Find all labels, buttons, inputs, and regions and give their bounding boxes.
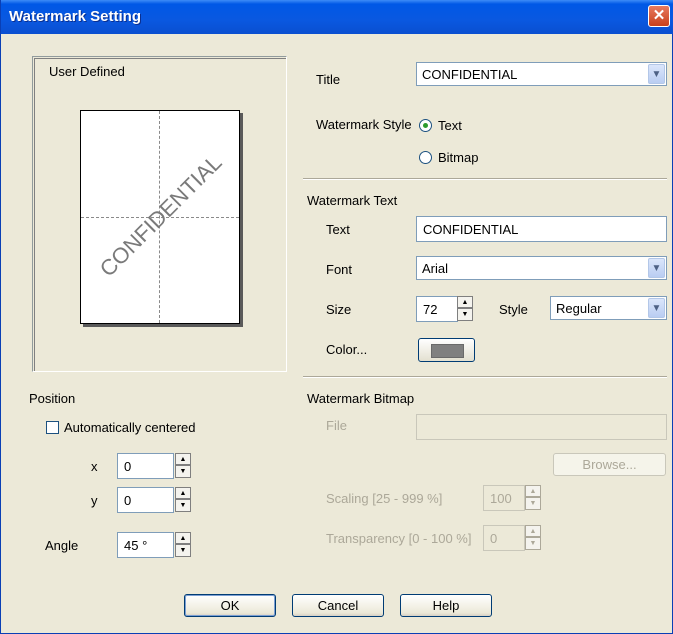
style-dropdown-value: Regular [556,301,602,316]
scaling-input-value: 100 [490,491,512,506]
style-label: Style [499,302,528,317]
x-label: x [91,459,98,474]
position-group-label: Position [29,391,76,406]
angle-input[interactable]: 45 ° [117,532,174,558]
spin-up-icon[interactable]: ▲ [176,454,190,465]
font-label: Font [326,262,353,277]
angle-label: Angle [45,538,79,553]
transparency-input-value: 0 [490,531,498,546]
radio-text[interactable] [419,119,432,132]
spin-up-icon[interactable]: ▲ [526,486,540,497]
radio-bitmap[interactable] [419,151,432,164]
separator-1 [303,178,667,180]
size-input-value: 72 [423,302,438,317]
title-bar[interactable]: Watermark Setting ✕ [1,0,673,34]
angle-spinner[interactable]: ▲ ▼ [175,532,191,557]
spin-down-icon[interactable]: ▼ [526,537,540,548]
style-radio-bitmap[interactable]: Bitmap [419,150,499,167]
watermark-text-group-label: Watermark Text [307,193,398,208]
ok-button[interactable]: OK [184,594,276,617]
x-input[interactable]: 0 [117,453,174,479]
radio-text-label: Text [438,118,462,133]
preview-heading: User Defined [49,64,125,79]
x-input-value: 0 [124,459,132,474]
auto-center-checkbox[interactable] [46,421,59,434]
angle-input-value: 45 ° [124,538,148,553]
spin-up-icon[interactable]: ▲ [458,297,472,308]
spin-up-icon[interactable]: ▲ [526,526,540,537]
x-spinner[interactable]: ▲ ▼ [175,453,191,478]
color-label: Color... [326,342,368,357]
spin-down-icon[interactable]: ▼ [458,308,472,319]
title-label: Title [316,72,341,87]
watermark-setting-dialog: Watermark Setting ✕ User Defined CONFIDE… [0,0,673,634]
transparency-label: Transparency [0 - 100 %] [326,531,472,546]
preview-watermark-text: CONFIDENTIAL [94,149,227,282]
title-dropdown-value: CONFIDENTIAL [422,67,518,82]
size-spinner[interactable]: ▲ ▼ [457,296,473,321]
window-title: Watermark Setting [9,8,141,25]
spin-down-icon[interactable]: ▼ [176,465,190,476]
y-label: y [91,493,98,508]
color-swatch [431,344,464,358]
separator-2 [303,376,667,378]
spin-down-icon[interactable]: ▼ [526,497,540,508]
file-label: File [326,418,347,433]
preview-page: CONFIDENTIAL [80,110,240,324]
transparency-spinner[interactable]: ▲ ▼ [525,525,541,550]
chevron-down-icon[interactable]: ▼ [648,64,665,84]
spin-up-icon[interactable]: ▲ [176,488,190,499]
scaling-spinner[interactable]: ▲ ▼ [525,485,541,510]
font-dropdown[interactable]: Arial ▼ [416,256,667,280]
browse-button[interactable]: Browse... [553,453,666,476]
font-dropdown-value: Arial [422,261,449,276]
radio-bitmap-label: Bitmap [438,150,479,165]
auto-center-option[interactable]: Automatically centered [46,420,221,437]
spin-down-icon[interactable]: ▼ [176,499,190,510]
scaling-label: Scaling [25 - 999 %] [326,491,443,506]
scaling-input[interactable]: 100 [483,485,525,511]
size-label: Size [326,302,352,317]
y-input-value: 0 [124,493,132,508]
file-input[interactable] [416,414,667,440]
title-dropdown[interactable]: CONFIDENTIAL ▼ [416,62,667,86]
auto-center-label: Automatically centered [64,420,196,435]
style-dropdown[interactable]: Regular ▼ [550,296,667,320]
transparency-input[interactable]: 0 [483,525,525,551]
cancel-button[interactable]: Cancel [292,594,384,617]
y-input[interactable]: 0 [117,487,174,513]
color-button[interactable] [418,338,475,362]
watermark-bitmap-group-label: Watermark Bitmap [307,391,415,406]
y-spinner[interactable]: ▲ ▼ [175,487,191,512]
close-icon: ✕ [652,7,666,24]
chevron-down-icon[interactable]: ▼ [648,258,665,278]
text-label: Text [326,222,350,237]
size-input[interactable]: 72 [416,296,458,322]
spin-down-icon[interactable]: ▼ [176,544,190,555]
text-input[interactable]: CONFIDENTIAL [416,216,667,242]
help-button[interactable]: Help [400,594,492,617]
close-button[interactable]: ✕ [648,5,670,27]
text-input-value: CONFIDENTIAL [423,222,519,237]
style-radio-text[interactable]: Text [419,118,499,135]
spin-up-icon[interactable]: ▲ [176,533,190,544]
chevron-down-icon[interactable]: ▼ [648,298,665,318]
watermark-style-label: Watermark Style [316,117,412,132]
